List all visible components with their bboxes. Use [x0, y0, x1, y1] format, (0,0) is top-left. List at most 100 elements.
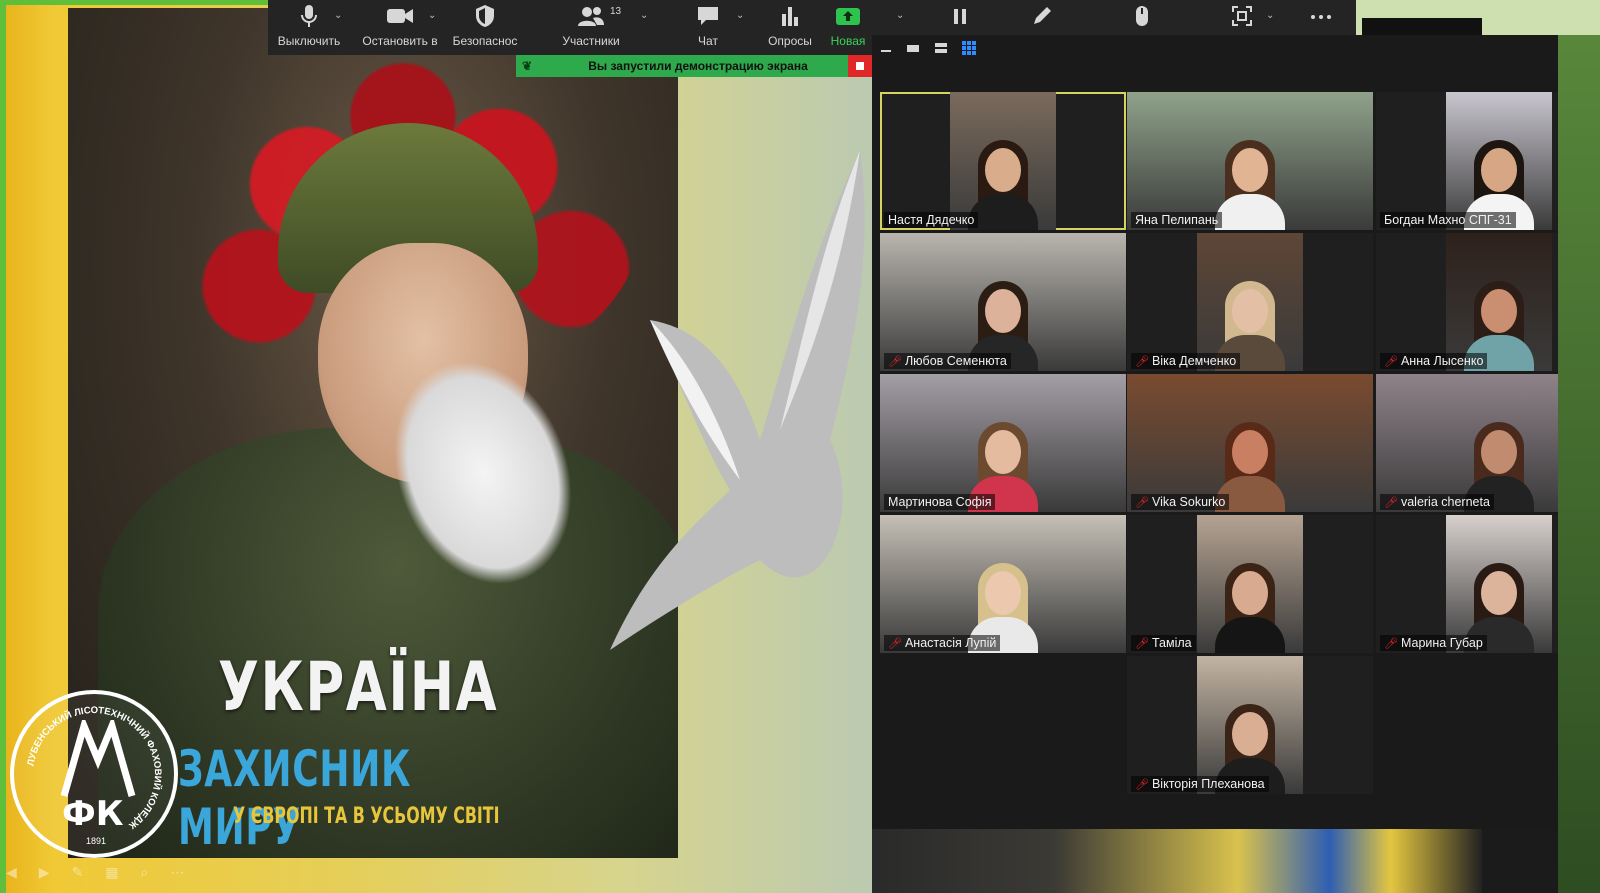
participant-video: [950, 92, 1056, 230]
annotate-button[interactable]: [1030, 4, 1054, 34]
desktop-corner: [1356, 0, 1600, 35]
participant-name-label: Яна Пелипань: [1131, 212, 1223, 228]
participant-video: [1127, 374, 1373, 512]
microphone-icon: [301, 5, 317, 27]
participant-tile[interactable]: 🎤︎ Vika Sokurko: [1127, 374, 1373, 512]
participant-tile[interactable]: 🎤︎ Віка Демченко: [1127, 233, 1373, 371]
poster-title: УКРАЇНА: [218, 648, 499, 727]
video-options-chevron-icon[interactable]: ⌄: [428, 10, 436, 21]
face: [1232, 148, 1268, 192]
security-button[interactable]: Безопаснос: [450, 4, 520, 48]
new-share-button[interactable]: Новая: [824, 4, 872, 48]
participant-figure: [1215, 134, 1285, 230]
participant-name: Таміла: [1151, 636, 1192, 650]
pen-icon[interactable]: ✎: [72, 864, 84, 881]
face: [1481, 148, 1517, 192]
participants-icon: [578, 7, 604, 26]
participant-figure: [968, 134, 1038, 230]
participant-tile[interactable]: 🎤︎ Таміла: [1127, 515, 1373, 653]
participant-tile[interactable]: 🎤︎ Вікторія Плеханова: [1127, 656, 1373, 794]
participant-video: [1446, 515, 1552, 653]
gallery-grid-icon[interactable]: [962, 41, 976, 55]
stop-share-button[interactable]: [848, 55, 872, 77]
participant-tile[interactable]: Настя Дядечко: [880, 92, 1126, 230]
share-border: [0, 0, 6, 893]
pause-share-button[interactable]: [948, 4, 972, 34]
share-leaf-icon: ❦: [522, 59, 533, 73]
pen-icon: [1034, 7, 1051, 24]
new-share-label: Новая: [830, 34, 866, 48]
share-status-text: Вы запустили демонстрацию экрана: [588, 59, 808, 73]
college-logo: ЛУБЕНСЬКИЙ ЛІСОТЕХНІЧНИЙ ФАХОВИЙ КОЛЕДЖ …: [10, 690, 178, 858]
background-strip: [872, 829, 1482, 893]
muted-microphone-icon: 🎤︎: [1135, 356, 1149, 368]
share-screen-icon: [836, 8, 860, 25]
participant-tile[interactable]: 🎤︎ Любов Семенюта: [880, 233, 1126, 371]
face: [1232, 712, 1268, 756]
participant-video: [1127, 92, 1373, 230]
participant-name-label: 🎤︎ Віка Демченко: [1131, 353, 1241, 369]
share-options-chevron-icon[interactable]: ⌄: [896, 10, 904, 21]
participant-name-label: Настя Дядечко: [884, 212, 979, 228]
share-status-banner: ❦ Вы запустили демонстрацию экрана ⛨: [516, 55, 872, 77]
face: [985, 571, 1021, 615]
chat-options-chevron-icon[interactable]: ⌄: [736, 10, 744, 21]
slides-icon[interactable]: ▦: [105, 864, 118, 881]
participant-tile[interactable]: Яна Пелипань: [1127, 92, 1373, 230]
minimize-icon[interactable]: [880, 42, 892, 54]
prev-slide-icon[interactable]: ◀: [6, 864, 17, 881]
participant-name: Віка Демченко: [1151, 354, 1237, 368]
participant-name: valeria cherneta: [1400, 495, 1490, 509]
focus-options-chevron-icon[interactable]: ⌄: [1266, 10, 1274, 21]
participants-count: 13: [610, 6, 622, 17]
focus-mode-button[interactable]: [1230, 4, 1254, 34]
shared-screen: УКРАЇНА ЗАХИСНИК МИРУ У ЄВРОПІ ТА В УСЬО…: [0, 0, 887, 893]
video-camera-icon: [387, 9, 413, 23]
more-icon[interactable]: ⋯: [170, 864, 184, 881]
flying-dove-image: [610, 150, 865, 650]
zoom-screen: УКРАЇНА ЗАХИСНИК МИРУ У ЄВРОПІ ТА В УСЬО…: [0, 0, 1600, 893]
muted-microphone-icon: 🎤︎: [1384, 356, 1398, 368]
mouse-icon: [1136, 6, 1148, 26]
participant-name-label: 🎤︎ Вікторія Плеханова: [1131, 776, 1269, 792]
view-switcher: [880, 41, 976, 55]
participant-name: Марина Губар: [1400, 636, 1483, 650]
next-slide-icon[interactable]: ▶: [39, 864, 50, 881]
participant-name: Настя Дядечко: [888, 213, 975, 227]
more-dots-icon: [1311, 15, 1331, 19]
face: [1232, 571, 1268, 615]
remote-control-button[interactable]: [1130, 4, 1154, 34]
participant-name: Анастасія Лупій: [904, 636, 997, 650]
more-button[interactable]: [1308, 4, 1334, 34]
participant-video: [880, 233, 1126, 371]
shield-icon: [476, 5, 494, 27]
participant-name-label: 🎤︎ Любов Семенюта: [884, 353, 1011, 369]
participant-tile[interactable]: 🎤︎ Анастасія Лупій: [880, 515, 1126, 653]
chat-button[interactable]: Чат: [686, 4, 730, 48]
poster-tagline: У ЄВРОПІ ТА В УСЬОМУ СВІТІ: [233, 804, 500, 829]
participant-video: [1197, 515, 1303, 653]
zoom-icon[interactable]: ⌕: [141, 864, 149, 881]
participant-name: Богдан Махно СПГ-31: [1384, 213, 1512, 227]
participant-video: [1446, 233, 1552, 371]
participant-name: Vika Sokurko: [1151, 495, 1226, 509]
muted-microphone-icon: 🎤︎: [1384, 497, 1398, 509]
participant-name: Вікторія Плеханова: [1151, 777, 1265, 791]
polls-label: Опросы: [768, 34, 812, 48]
speaker-view-icon[interactable]: [906, 42, 920, 54]
polls-chart-icon: [782, 7, 798, 26]
polls-button[interactable]: Опросы: [760, 4, 820, 48]
participant-name-label: 🎤︎ Таміла: [1131, 635, 1196, 651]
face: [985, 430, 1021, 474]
participant-name-label: 🎤︎ Анна Лысенко: [1380, 353, 1488, 369]
side-by-side-icon[interactable]: [934, 42, 948, 54]
logo-mark: [60, 720, 136, 797]
mute-options-chevron-icon[interactable]: ⌄: [334, 10, 342, 21]
logo-letters: ФК: [62, 794, 124, 834]
participant-video: [880, 515, 1126, 653]
participants-options-chevron-icon[interactable]: ⌄: [640, 10, 648, 21]
participant-name: Анна Лысенко: [1400, 354, 1484, 368]
face: [1481, 289, 1517, 333]
participant-tile[interactable]: Мартинова Софія: [880, 374, 1126, 512]
security-label: Безопаснос: [452, 34, 518, 48]
